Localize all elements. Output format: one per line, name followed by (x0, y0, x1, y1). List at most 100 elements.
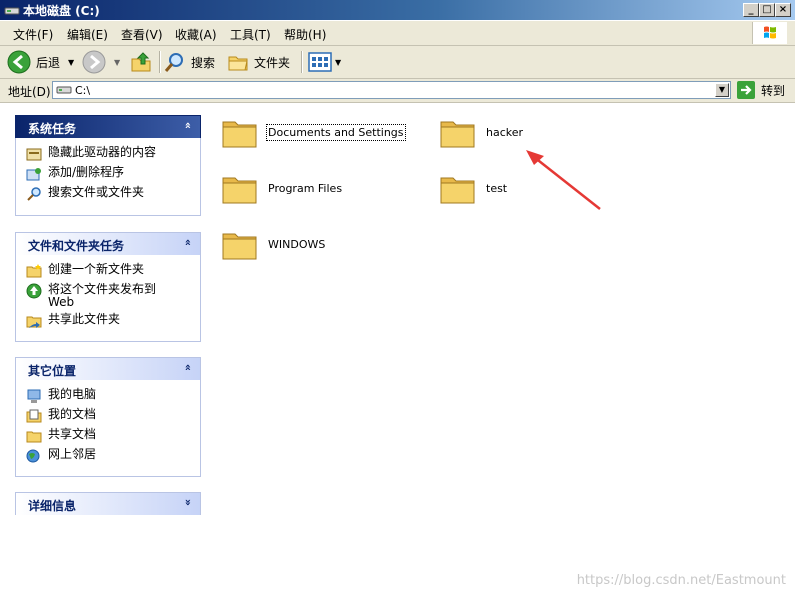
folders-icon (228, 56, 248, 71)
task-hide-drive-contents[interactable]: 隐藏此驱动器的内容 (26, 146, 200, 162)
address-input[interactable]: C:\ ▼ (52, 81, 731, 99)
menu-favorites[interactable]: 收藏(A) (175, 26, 217, 43)
shared-documents-icon (26, 431, 42, 443)
folder-label: Program Files (268, 181, 343, 195)
file-folder-tasks-header[interactable]: 文件和文件夹任务 » (15, 232, 201, 255)
details-panel: 详细信息 « (15, 492, 201, 515)
folder-icon (440, 121, 475, 148)
folder-label: hacker (486, 125, 524, 139)
folder-item[interactable]: WINDOWS (220, 224, 325, 264)
folder-icon (222, 121, 257, 148)
task-add-remove-programs[interactable]: 添加/删除程序 (26, 166, 200, 182)
views-button[interactable]: ▼ (308, 49, 341, 75)
menu-bar: 文件(F) 编辑(E) 查看(V) 收藏(A) 工具(T) 帮助(H) (0, 21, 795, 46)
window-title: 本地磁盘 (C:) (23, 4, 100, 18)
file-folder-tasks-body: 创建一个新文件夹 将这个文件夹发布到 Web 共享此文件夹 (15, 255, 201, 342)
watermark: https://blog.csdn.net/Eastmount (576, 573, 786, 588)
forward-arrow-icon (82, 50, 106, 74)
folders-button[interactable]: 文件夹 (227, 49, 290, 75)
task-publish-web[interactable]: 将这个文件夹发布到 Web (26, 283, 200, 309)
task-new-folder[interactable]: 创建一个新文件夹 (26, 263, 200, 279)
up-folder-button[interactable] (129, 49, 153, 75)
toolbar: 后退 ▼ ▼ 搜索 文件夹 ▼ (0, 46, 795, 79)
task-label: 添加/删除程序 (48, 165, 125, 179)
menu-help[interactable]: 帮助(H) (284, 26, 326, 43)
folder-item[interactable]: Program Files (220, 168, 342, 208)
task-label: 隐藏此驱动器的内容 (48, 145, 157, 159)
windows-logo-icon (752, 22, 787, 44)
address-value: C:\ (75, 84, 91, 97)
toolbar-separator (159, 51, 161, 73)
system-tasks-header[interactable]: 系统任务 » (15, 115, 201, 138)
file-folder-tasks-panel: 文件和文件夹任务 » 创建一个新文件夹 将这个文件夹发布到 Web 共享此文件夹 (15, 232, 201, 342)
minimize-button[interactable]: _ (743, 3, 759, 17)
place-network-places[interactable]: 网上邻居 (26, 448, 200, 464)
up-folder-icon (131, 52, 151, 72)
my-documents-icon (26, 409, 42, 423)
task-share-folder[interactable]: 共享此文件夹 (26, 313, 200, 329)
task-search-files[interactable]: 搜索文件或文件夹 (26, 186, 200, 202)
go-button[interactable]: 转到 (737, 81, 785, 99)
views-icon (308, 52, 332, 72)
forward-button[interactable]: ▼ (82, 49, 120, 75)
task-label: 创建一个新文件夹 (48, 262, 145, 276)
go-arrow-icon (737, 81, 755, 99)
back-button[interactable]: 后退 ▼ (7, 49, 74, 75)
publish-web-icon (26, 283, 42, 299)
menu-tools[interactable]: 工具(T) (230, 26, 271, 43)
my-computer-icon (27, 389, 41, 403)
task-label: 共享此文件夹 (48, 312, 121, 326)
menu-file[interactable]: 文件(F) (13, 26, 53, 43)
other-places-header[interactable]: 其它位置 » (15, 357, 201, 380)
back-dropdown-icon[interactable]: ▼ (68, 58, 74, 67)
other-places-panel: 其它位置 » 我的电脑 我的文档 共享文档 网上邻居 (15, 357, 201, 477)
annotation-arrow (526, 150, 601, 210)
task-label: 搜索文件或文件夹 (48, 185, 145, 199)
collapse-icon[interactable]: » (181, 122, 194, 129)
go-label: 转到 (761, 83, 786, 98)
task-label: 我的电脑 (48, 387, 97, 401)
folder-label: test (486, 181, 508, 195)
folder-item[interactable]: test (438, 168, 507, 208)
place-my-computer[interactable]: 我的电脑 (26, 388, 200, 404)
forward-dropdown-icon[interactable]: ▼ (114, 58, 120, 67)
folder-label: Documents and Settings (266, 123, 406, 141)
task-label: 网上邻居 (48, 447, 97, 461)
maximize-button[interactable]: □ (759, 3, 775, 17)
file-folder-tasks-title: 文件和文件夹任务 (28, 239, 125, 253)
task-label: 我的文档 (48, 407, 97, 421)
collapse-icon[interactable]: » (181, 364, 194, 371)
network-places-icon (26, 449, 40, 463)
new-folder-icon (26, 264, 42, 278)
details-title: 详细信息 (28, 499, 77, 513)
system-tasks-body: 隐藏此驱动器的内容 添加/删除程序 搜索文件或文件夹 (15, 138, 201, 216)
place-shared-documents[interactable]: 共享文档 (26, 428, 200, 444)
search-icon (164, 53, 183, 72)
hide-contents-icon (26, 148, 42, 161)
drive-icon (4, 7, 20, 15)
place-my-documents[interactable]: 我的文档 (26, 408, 200, 424)
folder-item[interactable]: Documents and Settings (220, 112, 406, 152)
menu-view[interactable]: 查看(V) (121, 26, 163, 43)
address-bar: 地址(D) C:\ ▼ 转到 (0, 79, 795, 103)
address-dropdown-icon[interactable]: ▼ (715, 83, 729, 97)
expand-icon[interactable]: « (181, 499, 194, 506)
task-label: 将这个文件夹发布到 Web (48, 282, 157, 309)
address-label: 地址(D) (8, 85, 51, 99)
search-icon (27, 187, 41, 201)
folder-item[interactable]: hacker (438, 112, 523, 152)
other-places-body: 我的电脑 我的文档 共享文档 网上邻居 (15, 380, 201, 477)
drive-icon (56, 86, 72, 94)
menu-edit[interactable]: 编辑(E) (67, 26, 108, 43)
search-label: 搜索 (191, 55, 216, 70)
views-dropdown-icon[interactable]: ▼ (335, 58, 341, 67)
details-header[interactable]: 详细信息 « (15, 492, 201, 515)
back-label: 后退 (36, 55, 61, 70)
folder-label: WINDOWS (268, 237, 326, 251)
back-arrow-icon (7, 50, 31, 74)
other-places-title: 其它位置 (28, 364, 77, 378)
search-button[interactable]: 搜索 (164, 49, 215, 75)
folder-icon (222, 177, 257, 204)
collapse-icon[interactable]: » (181, 239, 194, 246)
close-button[interactable]: × (775, 3, 791, 17)
